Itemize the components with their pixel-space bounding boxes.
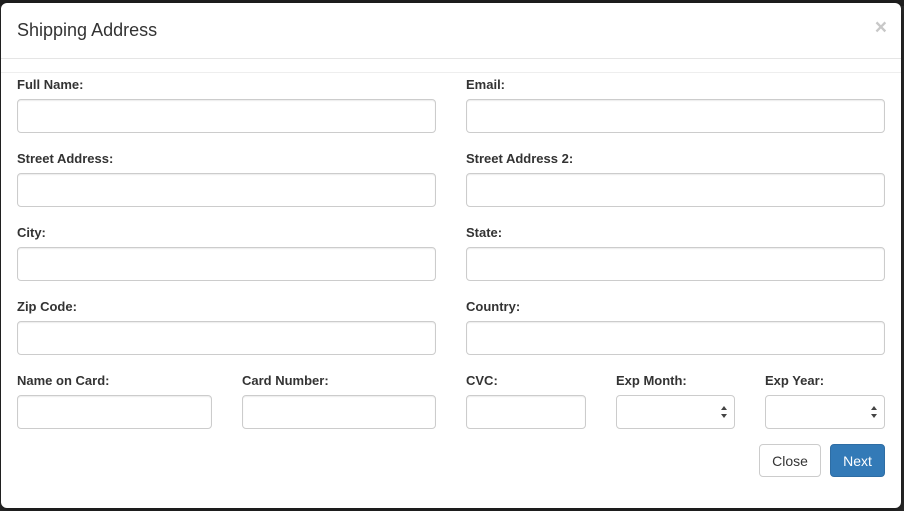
close-button[interactable]: Close [759, 444, 821, 477]
street-address-input[interactable] [17, 173, 436, 207]
exp-month-label: Exp Month: [616, 373, 687, 388]
zip-code-label: Zip Code: [17, 299, 77, 314]
modal-header: Shipping Address × [1, 3, 901, 59]
street-address-2-input[interactable] [466, 173, 885, 207]
select-arrows-icon [871, 406, 877, 418]
state-label: State: [466, 225, 503, 240]
exp-year-label: Exp Year: [765, 373, 825, 388]
next-button[interactable]: Next [830, 444, 885, 477]
state-input[interactable] [466, 247, 885, 281]
name-on-card-label: Name on Card: [17, 373, 110, 388]
email-input[interactable] [466, 99, 885, 133]
street-address-2-label: Street Address 2: [466, 151, 574, 166]
card-number-input[interactable] [242, 395, 436, 429]
exp-month-select[interactable] [616, 395, 735, 429]
exp-year-select[interactable] [765, 395, 885, 429]
email-label: Email: [466, 77, 506, 92]
shipping-address-modal: Shipping Address × Full Name: Email: Str… [1, 3, 901, 508]
city-label: City: [17, 225, 46, 240]
body-divider [1, 72, 901, 73]
close-icon[interactable]: × [875, 17, 887, 38]
modal-title: Shipping Address [17, 20, 158, 40]
card-number-label: Card Number: [242, 373, 329, 388]
full-name-input[interactable] [17, 99, 436, 133]
select-arrows-icon [721, 406, 727, 418]
cvc-label: CVC: [466, 373, 498, 388]
country-label: Country: [466, 299, 521, 314]
city-input[interactable] [17, 247, 436, 281]
country-input[interactable] [466, 321, 885, 355]
cvc-input[interactable] [466, 395, 586, 429]
name-on-card-input[interactable] [17, 395, 212, 429]
zip-code-input[interactable] [17, 321, 436, 355]
full-name-label: Full Name: [17, 77, 84, 92]
street-address-label: Street Address: [17, 151, 114, 166]
